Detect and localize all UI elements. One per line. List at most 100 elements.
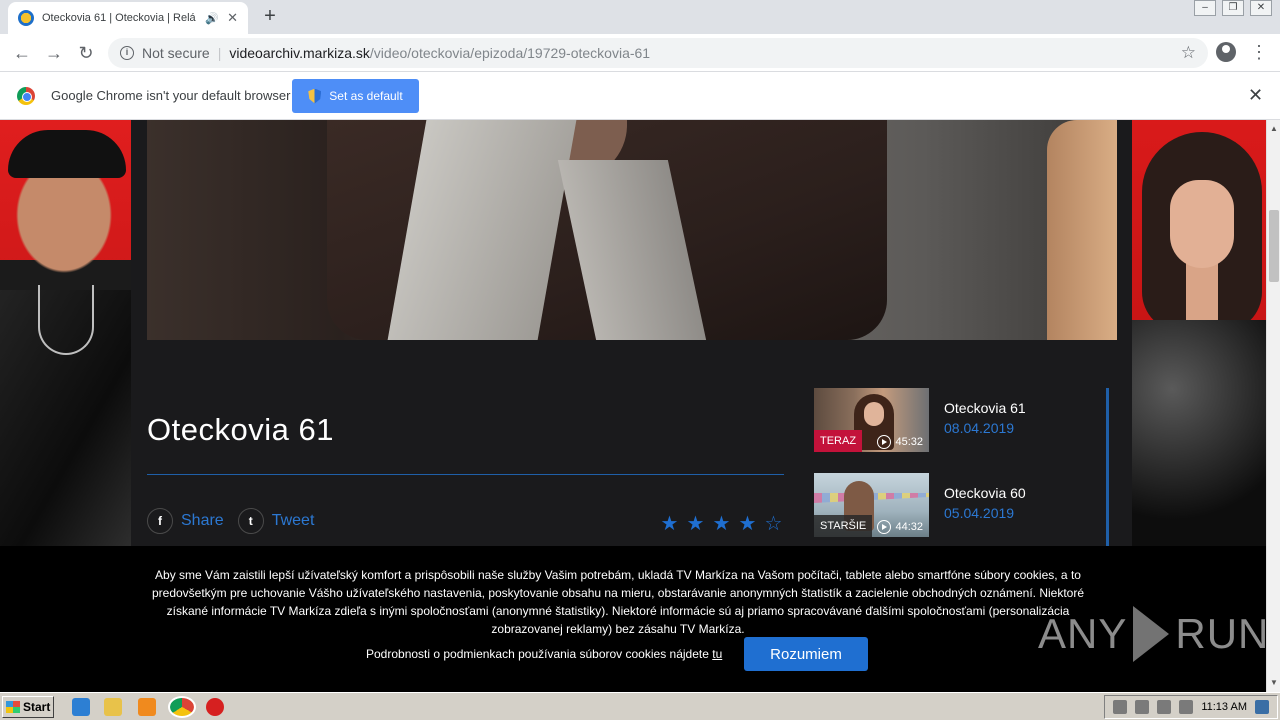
clock[interactable]: 11:13 AM (1201, 701, 1247, 713)
cookie-details-link[interactable]: tu (712, 647, 722, 661)
scroll-thumb[interactable] (1269, 210, 1279, 282)
facebook-icon[interactable]: f (147, 508, 173, 534)
episode-title: Oteckovia 61 (147, 412, 334, 447)
infobar-message: Google Chrome isn't your default browser (51, 88, 291, 103)
stop-sign-icon[interactable] (206, 698, 224, 716)
infobar-close-icon[interactable]: ✕ (1248, 85, 1263, 106)
banner-cap (8, 130, 126, 178)
minimize-button[interactable]: – (1194, 0, 1216, 16)
related-episode-name[interactable]: Oteckovia 60 (944, 485, 1026, 501)
browser-tab[interactable]: Oteckovia 61 | Oteckovia | Relá 🔊 ✕ (8, 2, 248, 34)
rating-stars[interactable]: ★ ★ ★ ★ ☆ (660, 511, 783, 536)
duration-text: 45:32 (895, 436, 923, 448)
related-episodes: TERAZ 45:32 Oteckovia 61 08.04.2019 STAR… (814, 388, 1110, 548)
show-desktop-icon[interactable] (1255, 700, 1269, 714)
site-info-icon[interactable]: i (120, 46, 134, 60)
thumbnail-face (864, 402, 884, 426)
url-path: /video/oteckovia/epizoda/19729-oteckovia… (369, 45, 651, 61)
network-icon[interactable] (1135, 700, 1150, 714)
start-label: Start (23, 700, 51, 714)
windows-taskbar: Start 11:13 AM (0, 692, 1280, 720)
page-scrollbar[interactable]: ▲ ▼ (1266, 120, 1280, 692)
system-tray: 11:13 AM (1104, 695, 1278, 719)
video-frame-hair (1047, 120, 1117, 340)
share-link[interactable]: Share (181, 512, 224, 530)
twitter-icon[interactable]: t (237, 508, 264, 534)
cookie-details-line: Podrobnosti o podmienkach používania súb… (366, 647, 722, 661)
chrome-taskbar-icon[interactable] (168, 696, 196, 718)
cookie-consent-bar: Aby sme Vám zaistili lepší užívateľský k… (0, 546, 1266, 692)
back-button[interactable]: ← (10, 41, 34, 65)
share-bar: f Share t Tweet (147, 508, 320, 534)
cookie-consent-text: Aby sme Vám zaistili lepší užívateľský k… (151, 568, 1085, 636)
internet-explorer-icon[interactable] (72, 698, 90, 716)
chrome-logo-icon (17, 87, 35, 105)
address-bar[interactable]: i Not secure | videoarchiv.markiza.sk /v… (108, 38, 1208, 68)
title-divider (147, 474, 784, 475)
folder-icon[interactable] (104, 698, 122, 716)
duration-text: 44:32 (895, 521, 923, 533)
browser-menu-icon[interactable]: ⋮ (1250, 42, 1268, 62)
play-icon (877, 520, 892, 534)
forward-button[interactable]: → (42, 41, 66, 65)
window-controls: – ❐ ✕ (1194, 0, 1272, 16)
tray-expand-icon[interactable] (1113, 700, 1128, 714)
related-scroll-rail[interactable] (1106, 388, 1109, 548)
tab-title: Oteckovia 61 | Oteckovia | Relá (42, 12, 196, 24)
reload-button[interactable]: ↻ (74, 41, 98, 65)
account-avatar-icon[interactable] (1216, 42, 1236, 62)
older-badge: STARŠIE (814, 515, 873, 537)
bookmark-star-icon[interactable]: ☆ (1181, 43, 1196, 63)
play-triangle-icon (1133, 606, 1170, 662)
close-window-button[interactable]: ✕ (1250, 0, 1272, 16)
star-icon[interactable]: ★ (686, 511, 705, 536)
uac-shield-icon (308, 88, 322, 104)
accept-cookies-button[interactable]: Rozumiem (744, 637, 868, 671)
duration-label: 45:32 (877, 435, 923, 449)
flag-icon[interactable] (1179, 700, 1194, 714)
related-episode-item[interactable]: STARŠIE 44:32 Oteckovia 60 05.04.2019 (814, 473, 1104, 539)
scroll-down-icon[interactable]: ▼ (1267, 676, 1280, 690)
volume-icon[interactable] (1157, 700, 1172, 714)
related-episode-name[interactable]: Oteckovia 61 (944, 400, 1026, 416)
left-side-banner[interactable] (0, 120, 131, 550)
duration-label: 44:32 (877, 520, 923, 534)
right-side-banner[interactable] (1132, 120, 1266, 550)
set-as-default-label: Set as default (329, 89, 403, 103)
related-episode-date: 05.04.2019 (944, 505, 1015, 521)
new-tab-button[interactable]: + (258, 5, 282, 28)
star-empty-icon[interactable]: ☆ (764, 511, 783, 536)
episode-thumbnail[interactable]: TERAZ 45:32 (814, 388, 929, 452)
tweet-link[interactable]: Tweet (272, 512, 315, 530)
related-episode-item[interactable]: TERAZ 45:32 Oteckovia 61 08.04.2019 (814, 388, 1104, 454)
banner-dress (1132, 320, 1266, 550)
security-label: Not secure (142, 45, 210, 61)
banner-chain (38, 285, 94, 355)
address-separator: | (217, 45, 222, 61)
scroll-up-icon[interactable]: ▲ (1267, 122, 1280, 136)
restore-button[interactable]: ❐ (1222, 0, 1244, 16)
url-host: videoarchiv.markiza.sk (229, 45, 370, 61)
set-as-default-button[interactable]: Set as default (292, 79, 419, 113)
anyrun-watermark: ANY RUN (1038, 606, 1266, 662)
related-episode-date: 08.04.2019 (944, 420, 1015, 436)
star-icon[interactable]: ★ (712, 511, 731, 536)
cookie-details-text: Podrobnosti o podmienkach používania súb… (366, 647, 709, 661)
banner-face (1170, 180, 1234, 268)
tab-close-icon[interactable]: ✕ (227, 10, 238, 26)
star-icon[interactable]: ★ (738, 511, 757, 536)
site-favicon-icon (18, 10, 34, 26)
episode-thumbnail[interactable]: STARŠIE 44:32 (814, 473, 929, 537)
tab-strip: Oteckovia 61 | Oteckovia | Relá 🔊 ✕ + – … (0, 0, 1280, 34)
start-button[interactable]: Start (2, 696, 54, 718)
page-content: Oteckovia 61 f Share t Tweet ★ ★ ★ ★ ☆ T… (0, 120, 1266, 692)
play-icon (877, 435, 892, 449)
now-badge: TERAZ (814, 430, 863, 452)
watermark-right: RUN (1175, 610, 1266, 657)
audio-playing-icon[interactable]: 🔊 (205, 12, 219, 25)
video-player[interactable] (147, 120, 1117, 340)
browser-toolbar: ← → ↻ i Not secure | videoarchiv.markiza… (0, 34, 1280, 72)
star-icon[interactable]: ★ (660, 511, 679, 536)
default-browser-infobar: Google Chrome isn't your default browser… (0, 72, 1280, 120)
media-player-icon[interactable] (138, 698, 156, 716)
